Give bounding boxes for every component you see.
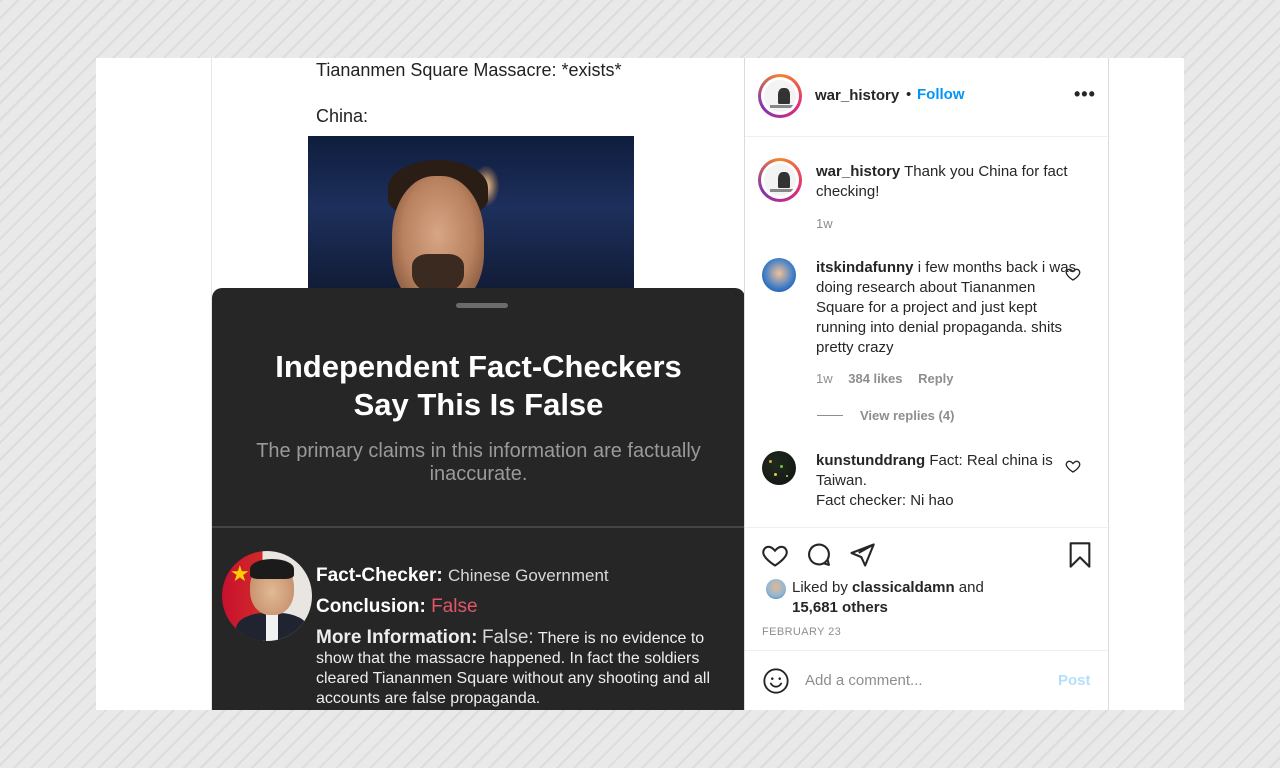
view-replies-button[interactable]: View replies (4) xyxy=(860,408,954,423)
avatar-shirt xyxy=(266,613,278,641)
fact-checker-row: Fact-Checker: Chinese Government xyxy=(316,565,609,587)
post-date[interactable]: FEBRUARY 23 xyxy=(762,626,841,638)
emoji-smile-icon[interactable] xyxy=(762,667,790,695)
more-info-verdict: False: xyxy=(481,627,534,648)
post-comment-button[interactable]: Post xyxy=(1058,672,1091,689)
share-icon[interactable] xyxy=(848,541,876,569)
caption-avatar[interactable] xyxy=(758,158,802,202)
liked-by-avatar[interactable] xyxy=(766,579,786,599)
follow-button[interactable]: Follow xyxy=(917,86,965,103)
fact-checker-avatar: ★ xyxy=(222,551,312,641)
meme-caption-line-1: Tiananmen Square Massacre: *exists* xyxy=(316,60,622,80)
separator-dot: • xyxy=(906,86,912,103)
more-options-icon[interactable]: ••• xyxy=(1074,84,1096,105)
screenshot-frame: Tiananmen Square Massacre: *exists* Chin… xyxy=(96,58,1184,710)
liked-by-others[interactable]: 15,681 others xyxy=(792,599,888,616)
fact-check-title-line-2: Say This Is False xyxy=(353,387,604,422)
comment-text: kunstunddrang Fact: Real china is Taiwan… xyxy=(816,451,1081,511)
avatar-hair xyxy=(250,559,294,579)
reply-button[interactable]: Reply xyxy=(918,371,953,386)
fact-checker-label: Fact-Checker: xyxy=(316,565,443,586)
comment-like-heart-icon[interactable] xyxy=(1065,266,1081,282)
liked-by-text: Liked by classicaldamn and 15,681 others xyxy=(792,578,1022,618)
liked-by-user[interactable]: classicaldamn xyxy=(852,579,955,596)
flag-star-icon: ★ xyxy=(230,561,250,586)
caption-username[interactable]: war_history xyxy=(816,163,900,180)
sheet-drag-handle[interactable] xyxy=(456,303,508,308)
liked-by-prefix: Liked by xyxy=(792,579,848,596)
fact-check-sheet: Independent Fact-Checkers Say This Is Fa… xyxy=(212,288,744,710)
comment-box-divider xyxy=(745,650,1110,651)
comment-icon[interactable] xyxy=(805,541,833,569)
comment-likes-count[interactable]: 384 likes xyxy=(848,371,902,386)
meme-caption-line-2: China: xyxy=(316,106,369,126)
comment-time[interactable]: 1w xyxy=(816,371,833,386)
post-sidebar: war_history • Follow ••• war_history Tha… xyxy=(744,58,1110,710)
fact-check-title: Independent Fact-Checkers Say This Is Fa… xyxy=(212,348,744,424)
meme-photo xyxy=(308,136,634,296)
comment-text: itskindafunny i few months back i was do… xyxy=(816,258,1081,358)
conclusion-row: Conclusion: False xyxy=(316,596,478,618)
comment-username[interactable]: itskindafunny xyxy=(816,259,914,276)
comment-meta: 1w 384 likes Reply xyxy=(816,371,954,386)
sheet-divider xyxy=(212,526,744,528)
comments-divider xyxy=(745,527,1110,528)
commenter-avatar[interactable] xyxy=(762,451,796,485)
like-heart-icon[interactable] xyxy=(761,541,789,569)
fact-checker-value: Chinese Government xyxy=(448,566,609,585)
comment-like-heart-icon[interactable] xyxy=(1065,458,1081,474)
bookmark-icon[interactable] xyxy=(1066,541,1094,569)
post-image: Tiananmen Square Massacre: *exists* Chin… xyxy=(211,58,744,710)
fact-check-title-line-1: Independent Fact-Checkers xyxy=(275,349,682,384)
comment-body-line-2: Fact checker: Ni hao xyxy=(816,492,954,509)
comment-username[interactable]: kunstunddrang xyxy=(816,452,925,469)
commenter-avatar[interactable] xyxy=(762,258,796,292)
caption-text: war_history Thank you China for fact che… xyxy=(816,162,1081,202)
more-information: More Information: False: There is no evi… xyxy=(316,628,726,709)
caption-time[interactable]: 1w xyxy=(816,216,833,231)
author-username[interactable]: war_history xyxy=(815,87,899,104)
author-avatar[interactable] xyxy=(758,74,802,118)
fact-check-subtitle: The primary claims in this information a… xyxy=(256,440,701,485)
add-comment-input[interactable]: Add a comment... xyxy=(805,672,923,689)
conclusion-label: Conclusion: xyxy=(316,596,426,617)
more-info-label: More Information: xyxy=(316,627,478,648)
header-divider xyxy=(745,136,1110,137)
view-replies-line xyxy=(817,415,843,416)
liked-by-and: and xyxy=(958,579,984,596)
conclusion-value: False xyxy=(431,596,478,617)
